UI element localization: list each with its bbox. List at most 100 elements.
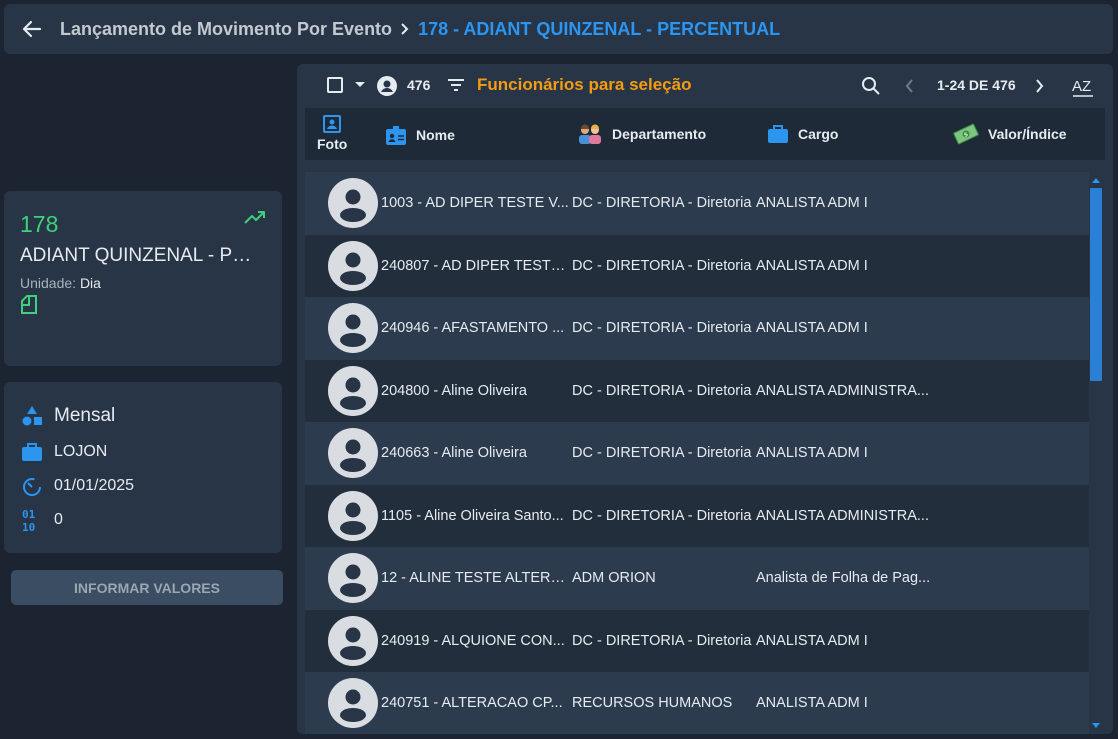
breadcrumb-parent[interactable]: Lançamento de Movimento Por Evento bbox=[60, 19, 392, 40]
unit-row: Unidade: Dia bbox=[20, 275, 101, 291]
document-icon bbox=[20, 295, 38, 320]
briefcase-icon bbox=[20, 440, 44, 464]
employee-name: 240751 - ALTERACAO CP... bbox=[381, 695, 563, 712]
employee-name: 204800 - Aline Oliveira bbox=[381, 382, 527, 399]
filter-icon[interactable] bbox=[447, 77, 465, 98]
column-departamento[interactable]: Departamento bbox=[577, 124, 706, 144]
person-icon bbox=[340, 564, 366, 597]
employee-department: DC - DIRETORIA - Diretoria bbox=[572, 195, 752, 212]
unit-label: Unidade: bbox=[20, 275, 77, 291]
scroll-down-arrow[interactable] bbox=[1092, 723, 1100, 728]
avatar bbox=[328, 240, 378, 291]
table-header: Foto Nome Departamento Cargo $ Valor/Índ… bbox=[305, 108, 1105, 160]
period-value: Mensal bbox=[54, 405, 116, 426]
table-row[interactable]: 12 - ALINE TESTE ALTERA... ADM ORION Anali… bbox=[305, 547, 1089, 610]
back-button[interactable] bbox=[4, 4, 60, 54]
column-cargo-label: Cargo bbox=[798, 126, 839, 142]
unit-value: Dia bbox=[79, 275, 101, 291]
vertical-scrollbar[interactable] bbox=[1089, 172, 1103, 734]
chevron-right-icon bbox=[400, 22, 410, 36]
scroll-thumb[interactable] bbox=[1090, 188, 1102, 381]
employee-department: RECURSOS HUMANOS bbox=[572, 695, 733, 712]
search-icon[interactable] bbox=[861, 76, 881, 101]
employee-name: 240807 - AD DIPER TESTE... bbox=[381, 257, 569, 274]
table-row[interactable]: 240751 - ALTERACAO CP... RECURSOS HUMANOS… bbox=[305, 672, 1089, 734]
column-foto-label: Foto bbox=[317, 136, 348, 152]
account-circle-icon bbox=[377, 76, 397, 101]
employee-cargo: ANALISTA ADM I bbox=[756, 320, 868, 337]
employee-department: ADM ORION bbox=[572, 570, 656, 587]
avatar bbox=[328, 178, 378, 228]
person-icon bbox=[340, 314, 366, 347]
sort-az-icon[interactable]: AZ bbox=[1071, 75, 1095, 104]
employee-department: DC - DIRETORIA - Diretoria bbox=[572, 382, 752, 399]
table-row[interactable]: 240946 - AFASTAMENTO ... DC - DIRETORIA -… bbox=[305, 297, 1089, 360]
avatar bbox=[328, 365, 378, 416]
panel-title: Funcionários para seleção bbox=[477, 75, 692, 94]
portrait-icon bbox=[323, 115, 342, 133]
person-icon bbox=[340, 627, 366, 660]
table-row[interactable]: 240807 - AD DIPER TESTE... DC - DIRETORIA… bbox=[305, 234, 1089, 297]
employee-name: 240946 - AFASTAMENTO ... bbox=[381, 320, 565, 337]
employee-cargo: ANALISTA ADMINISTRA... bbox=[756, 507, 929, 524]
avatar bbox=[328, 678, 378, 728]
binary-icon: 01 10 bbox=[20, 508, 44, 532]
column-cargo[interactable]: Cargo bbox=[767, 124, 838, 144]
table-row[interactable]: 240919 - ALQUIONE CON... DC - DIRETORIA -… bbox=[305, 609, 1089, 672]
employee-cargo: ANALISTA ADM I bbox=[756, 445, 868, 462]
svg-text:01: 01 bbox=[22, 508, 36, 521]
table-row[interactable]: 1105 - Aline Oliveira Santo... DC - DIRET… bbox=[305, 484, 1089, 547]
employee-cargo: ANALISTA ADMINISTRA... bbox=[756, 382, 929, 399]
briefcase-icon bbox=[767, 124, 789, 144]
column-nome-label: Nome bbox=[416, 127, 455, 143]
column-departamento-label: Departamento bbox=[612, 126, 707, 142]
sort-label: AZ bbox=[1072, 78, 1091, 95]
panel-toolbar: 476 Funcionários para seleção 1-24 DE 47… bbox=[297, 64, 1113, 108]
trending-up-icon bbox=[244, 209, 266, 230]
id-badge-icon bbox=[385, 124, 407, 146]
column-foto[interactable]: Foto bbox=[317, 114, 347, 152]
chevron-left-icon[interactable] bbox=[904, 78, 914, 99]
event-name: ADIANT QUINZENAL - PERCENTUAL bbox=[20, 245, 260, 266]
person-icon bbox=[340, 689, 366, 722]
avatar bbox=[328, 553, 378, 603]
company-row: LOJON bbox=[20, 440, 107, 464]
avatar bbox=[328, 428, 378, 478]
breadcrumb-current: 178 - ADIANT QUINZENAL - PERCENTUAL bbox=[418, 18, 781, 39]
person-icon bbox=[340, 189, 366, 222]
person-icon bbox=[340, 502, 366, 535]
caret-down-icon[interactable] bbox=[355, 82, 365, 87]
column-nome[interactable]: Nome bbox=[385, 124, 455, 146]
employees-panel: 476 Funcionários para seleção 1-24 DE 47… bbox=[297, 64, 1113, 734]
event-card: 178 ADIANT QUINZENAL - PERCENTUAL Unidad… bbox=[4, 191, 282, 366]
scroll-up-arrow[interactable] bbox=[1092, 178, 1100, 183]
employee-name: 240919 - ALQUIONE CON... bbox=[381, 632, 565, 649]
date-value: 01/01/2025 bbox=[54, 477, 135, 494]
company-value: LOJON bbox=[54, 443, 108, 460]
avatar bbox=[328, 615, 378, 666]
period-row: Mensal bbox=[20, 404, 115, 428]
value-row: 01 10 0 bbox=[20, 508, 63, 532]
employee-name: 1003 - AD DIPER TESTE V... bbox=[381, 195, 569, 212]
chevron-right-icon[interactable] bbox=[1035, 78, 1045, 99]
informar-valores-button[interactable]: INFORMAR VALORES bbox=[11, 570, 283, 605]
avatar bbox=[328, 490, 378, 541]
person-icon bbox=[340, 377, 366, 410]
employee-department: DC - DIRETORIA - Diretoria bbox=[572, 632, 752, 649]
svg-text:10: 10 bbox=[22, 521, 35, 532]
employee-department: DC - DIRETORIA - Diretoria bbox=[572, 320, 752, 337]
column-valor[interactable]: $ Valor/Índice bbox=[953, 122, 1067, 146]
employee-department: DC - DIRETORIA - Diretoria bbox=[572, 257, 752, 274]
table-row[interactable]: 240663 - Aline Oliveira DC - DIRETORIA - … bbox=[305, 422, 1089, 485]
table-row[interactable]: 204800 - Aline Oliveira DC - DIRETORIA - … bbox=[305, 359, 1089, 422]
table-row[interactable]: 1003 - AD DIPER TESTE V... DC - DIRETORIA… bbox=[305, 172, 1089, 235]
person-icon bbox=[340, 439, 366, 472]
person-icon bbox=[340, 252, 366, 285]
employee-cargo: ANALISTA ADM I bbox=[756, 195, 868, 212]
shapes-icon bbox=[20, 404, 44, 428]
employee-cargo: Analista de Folha de Pag... bbox=[756, 570, 931, 587]
date-row: 01/01/2025 bbox=[20, 474, 134, 498]
value-value: 0 bbox=[54, 511, 63, 528]
select-all-checkbox[interactable] bbox=[327, 77, 343, 93]
info-card: Mensal LOJON 01/01/2025 01 10 0 bbox=[4, 382, 282, 553]
